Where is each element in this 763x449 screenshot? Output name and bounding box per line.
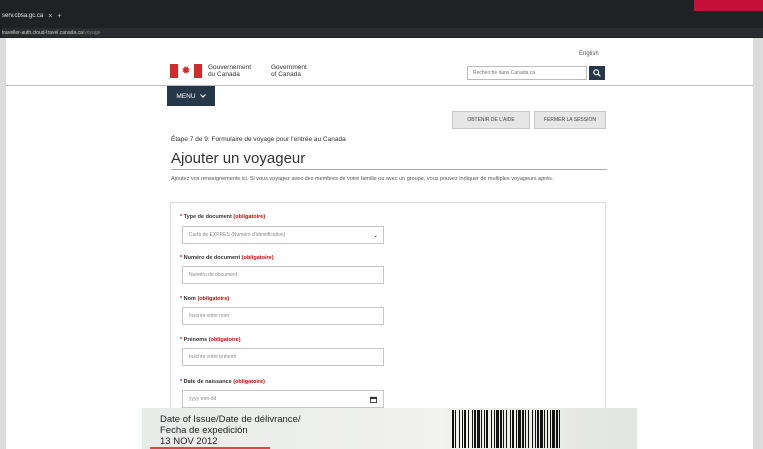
required-text: (obligatoire) xyxy=(208,337,241,343)
browser-tab[interactable]: serv.cbsa.gc.ca × + xyxy=(2,4,61,28)
birth-date-label-text: Date de naissance xyxy=(183,379,232,385)
language-link[interactable]: English xyxy=(579,51,599,57)
gov-wordmark-fr: Gouvernement du Canada xyxy=(208,64,251,78)
required-text: (obligatoire) xyxy=(197,296,230,302)
menu-button[interactable]: MENU xyxy=(167,86,215,106)
calendar-icon[interactable] xyxy=(370,396,377,403)
last-name-label-text: Nom xyxy=(183,296,196,302)
first-name-input[interactable]: Inscrire votre prénom xyxy=(182,348,384,366)
gov-wordmark-en: Government of Canada xyxy=(271,64,307,78)
logout-button[interactable]: FERMER LA SESSION xyxy=(534,111,606,129)
new-tab-icon[interactable]: + xyxy=(57,13,61,20)
red-corner-overlay xyxy=(694,0,763,11)
intro-text: Ajoutez vos renseignements ici. Si vous … xyxy=(171,176,554,182)
help-button[interactable]: OBTENIR DE L'AIDE xyxy=(452,111,530,129)
document-type-select[interactable]: Carte de EXPRES (Numéro d'identification… xyxy=(182,226,384,244)
required-text: (obligatoire) xyxy=(241,255,274,261)
gov-en-line1: Government xyxy=(271,64,307,71)
chevron-down-icon: ⌄ xyxy=(372,232,378,239)
birth-date-placeholder: yyyy-mm-dd xyxy=(189,396,217,402)
search-button[interactable] xyxy=(589,66,605,80)
address-bar[interactable]: traveller-auth.cloud-travel.canada.ca/vo… xyxy=(2,28,763,37)
gov-fr-line1: Gouvernement xyxy=(208,64,251,71)
header-divider xyxy=(6,85,753,86)
document-photo-text: Date of Issue/Date de délivrance/ Fecha … xyxy=(160,414,300,447)
barcode xyxy=(452,410,630,448)
required-text: (obligatoire) xyxy=(233,379,265,385)
step-indicator: Étape 7 de 9: Formulaire de voyage pour … xyxy=(171,136,346,143)
gov-fr-line2: du Canada xyxy=(208,71,240,78)
menu-label: MENU xyxy=(176,92,196,100)
document-number-label-text: Numéro de document xyxy=(183,255,241,261)
document-number-input[interactable]: Numéro de document xyxy=(182,266,384,284)
barcode-stripe xyxy=(560,410,562,448)
document-number-label: * Numéro de document (obligatoire) xyxy=(180,255,274,261)
url-host: traveller-auth.cloud-travel.canada.ca xyxy=(2,29,83,36)
document-type-value: Carte de EXPRES (Numéro d'identification… xyxy=(189,232,286,238)
canada-flag-icon: ✹ xyxy=(170,64,202,78)
document-type-label: * Type de document (obligatoire) xyxy=(180,214,266,220)
tab-title: serv.cbsa.gc.ca xyxy=(2,13,44,19)
first-name-label-text: Prénoms xyxy=(183,337,208,343)
required-text: (obligatoire) xyxy=(233,214,266,220)
title-underline xyxy=(171,169,607,170)
gov-en-line2: of Canada xyxy=(271,71,301,78)
birth-date-input[interactable]: yyyy-mm-dd xyxy=(182,390,384,408)
search-input[interactable]: Recherche dans Canada.ca xyxy=(467,66,587,80)
page-title: Ajouter un voyageur xyxy=(171,150,306,167)
first-name-label: * Prénoms (obligatoire) xyxy=(180,337,241,343)
maple-leaf-icon: ✹ xyxy=(181,65,191,77)
issue-date-label-line2: Fecha de expedición xyxy=(160,425,248,436)
last-name-label: * Nom (obligatoire) xyxy=(180,296,230,302)
birth-date-label: * Date de naissance (obligatoire) xyxy=(180,379,265,385)
last-name-input[interactable]: Inscrire votre nom xyxy=(182,307,384,325)
tab-close-icon[interactable]: × xyxy=(48,13,52,20)
flag-right-bar xyxy=(194,64,202,78)
chevron-down-icon xyxy=(199,94,206,98)
document-type-label-text: Type de document xyxy=(183,214,232,220)
url-path: /voyage xyxy=(82,29,101,36)
flag-left-bar xyxy=(170,64,178,78)
issue-date-value: 13 NOV 2012 xyxy=(160,436,218,447)
search-icon xyxy=(593,69,601,77)
issue-date-label-line1: Date of Issue/Date de délivrance/ xyxy=(160,414,301,425)
